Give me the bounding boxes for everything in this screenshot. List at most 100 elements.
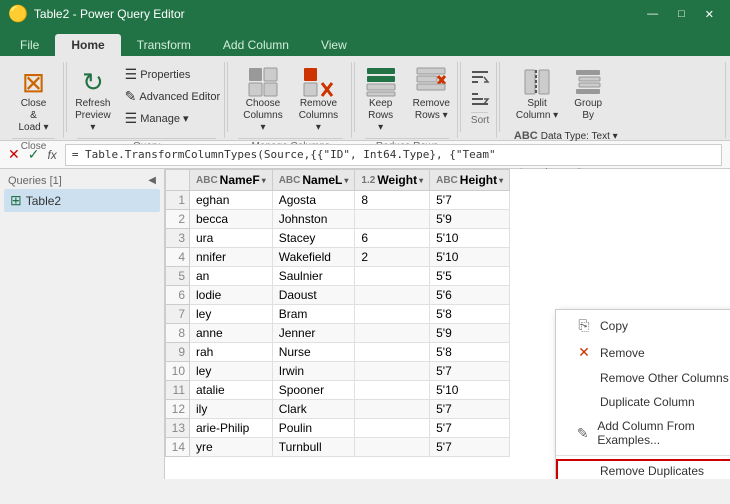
cell-rownum: 4 [166, 248, 190, 267]
refresh-preview-button[interactable]: ↻ RefreshPreview ▾ [69, 64, 117, 136]
height-dropdown[interactable]: ▾ [499, 176, 503, 185]
cell-rownum: 9 [166, 343, 190, 362]
cell-namel: Wakefield [272, 248, 355, 267]
header-namef[interactable]: ABC NameF ▾ [190, 170, 273, 191]
cell-weight [355, 286, 430, 305]
manage-button[interactable]: ☰ Manage ▾ [121, 108, 224, 129]
cell-rownum: 10 [166, 362, 190, 381]
cell-namef: ley [190, 305, 273, 324]
tab-home[interactable]: Home [55, 34, 120, 56]
cell-height: 5'7 [430, 191, 510, 210]
close-load-button[interactable]: ⊠ Close &Load ▾ [12, 64, 56, 136]
formula-input[interactable] [65, 144, 722, 166]
choose-columns-button[interactable]: ChooseColumns ▾ [237, 64, 288, 136]
cell-namel: Irwin [272, 362, 355, 381]
header-namel[interactable]: ABC NameL ▾ [272, 170, 355, 191]
query-label-table2: Table2 [26, 194, 61, 208]
cell-namef: lodie [190, 286, 273, 305]
advanced-editor-button[interactable]: ✎ Advanced Editor [121, 86, 224, 107]
title-bar: 🟡 Table2 - Power Query Editor — □ ✕ [0, 0, 730, 28]
namef-dropdown[interactable]: ▾ [262, 176, 266, 185]
minimize-button[interactable]: — [639, 6, 666, 23]
cell-namel: Johnston [272, 210, 355, 229]
add-col-icon: ✎ [576, 425, 589, 442]
table-row: 7 ley Bram 5'8 [166, 305, 510, 324]
ctx-remove-other-cols[interactable]: Remove Other Columns [556, 366, 730, 390]
group-by-button[interactable]: GroupBy [566, 64, 610, 124]
close-button[interactable]: ✕ [697, 6, 722, 23]
cell-rownum: 11 [166, 381, 190, 400]
cell-rownum: 14 [166, 438, 190, 457]
properties-button[interactable]: ☰ Properties [121, 64, 224, 85]
formula-cancel-button[interactable]: ✕ [8, 146, 20, 163]
header-weight[interactable]: 1.2 Weight ▾ [355, 170, 430, 191]
cell-namef: ley [190, 362, 273, 381]
ctx-remove-duplicates[interactable]: Remove Duplicates [556, 459, 730, 479]
cell-weight: 6 [355, 229, 430, 248]
cell-namel: Jenner [272, 324, 355, 343]
ctx-sep-1 [556, 455, 730, 456]
ctx-add-col-examples[interactable]: ✎ Add Column From Examples... [556, 414, 730, 452]
keep-rows-label: KeepRows ▾ [364, 98, 396, 134]
table-body: 1 eghan Agosta 8 5'7 2 becca Johnston 5'… [166, 191, 510, 457]
cell-rownum: 13 [166, 419, 190, 438]
ctx-add-col-label: Add Column From Examples... [597, 419, 730, 447]
cell-namef: arie-Philip [190, 419, 273, 438]
query-item-table2[interactable]: ⊞ Table2 [4, 189, 160, 212]
ctx-duplicate-label: Duplicate Column [600, 395, 695, 409]
split-column-button[interactable]: SplitColumn ▾ [510, 64, 564, 124]
cell-height: 5'9 [430, 324, 510, 343]
cell-weight [355, 438, 430, 457]
cell-height: 5'5 [430, 267, 510, 286]
app-icon: 🟡 [8, 4, 28, 24]
formula-confirm-button[interactable]: ✓ [28, 146, 40, 163]
cell-weight [355, 419, 430, 438]
context-menu: ⎘ Copy ✕ Remove Remove Other Columns Dup… [555, 309, 730, 479]
cell-namef: nnifer [190, 248, 273, 267]
cell-namel: Nurse [272, 343, 355, 362]
ribbon-divider-4 [460, 62, 461, 132]
table-row: 2 becca Johnston 5'9 [166, 210, 510, 229]
ctx-copy-label: Copy [600, 319, 628, 333]
cell-height: 5'10 [430, 229, 510, 248]
data-type-button[interactable]: ABC Data Type: Text ▾ [510, 128, 649, 144]
maximize-button[interactable]: □ [670, 6, 693, 23]
ribbon-group-close: ⊠ Close &Load ▾ Close [4, 62, 64, 138]
namel-dropdown[interactable]: ▾ [344, 176, 348, 185]
tab-transform[interactable]: Transform [121, 34, 207, 56]
ribbon-group-manage-columns: ChooseColumns ▾ RemoveColumns ▾ Manage C… [230, 62, 352, 138]
cell-weight [355, 267, 430, 286]
ctx-remove[interactable]: ✕ Remove [556, 339, 730, 366]
remove-columns-button[interactable]: RemoveColumns ▾ [293, 64, 344, 136]
cell-namel: Bram [272, 305, 355, 324]
cell-namef: yre [190, 438, 273, 457]
weight-dropdown[interactable]: ▾ [419, 176, 423, 185]
remove-rows-button[interactable]: RemoveRows ▾ [407, 64, 456, 124]
queries-count-label: Queries [1] [8, 175, 62, 187]
cell-rownum: 12 [166, 400, 190, 419]
tab-file[interactable]: File [4, 34, 55, 56]
cell-rownum: 5 [166, 267, 190, 286]
ctx-copy[interactable]: ⎘ Copy [556, 312, 730, 339]
table-row: 5 an Saulnier 5'5 [166, 267, 510, 286]
group-by-icon [572, 66, 604, 98]
keep-rows-button[interactable]: KeepRows ▾ [358, 64, 402, 136]
panel-collapse-button[interactable]: ◀ [148, 175, 156, 187]
cell-height: 5'7 [430, 438, 510, 457]
cell-weight [355, 381, 430, 400]
cell-namef: rah [190, 343, 273, 362]
table-icon: ⊞ [10, 192, 22, 209]
cell-namef: an [190, 267, 273, 286]
cell-namef: ura [190, 229, 273, 248]
height-type-icon: ABC [436, 175, 458, 186]
ctx-duplicate-col[interactable]: Duplicate Column [556, 390, 730, 414]
header-height[interactable]: ABC Height ▾ [430, 170, 510, 191]
ctx-remove-dup-label: Remove Duplicates [600, 464, 704, 478]
cell-height: 5'7 [430, 362, 510, 381]
cell-weight: 8 [355, 191, 430, 210]
table-row: 14 yre Turnbull 5'7 [166, 438, 510, 457]
tab-view[interactable]: View [305, 34, 363, 56]
close-load-icon: ⊠ [18, 66, 50, 98]
tab-add-column[interactable]: Add Column [207, 34, 305, 56]
window-title: Table2 - Power Query Editor [34, 7, 185, 21]
